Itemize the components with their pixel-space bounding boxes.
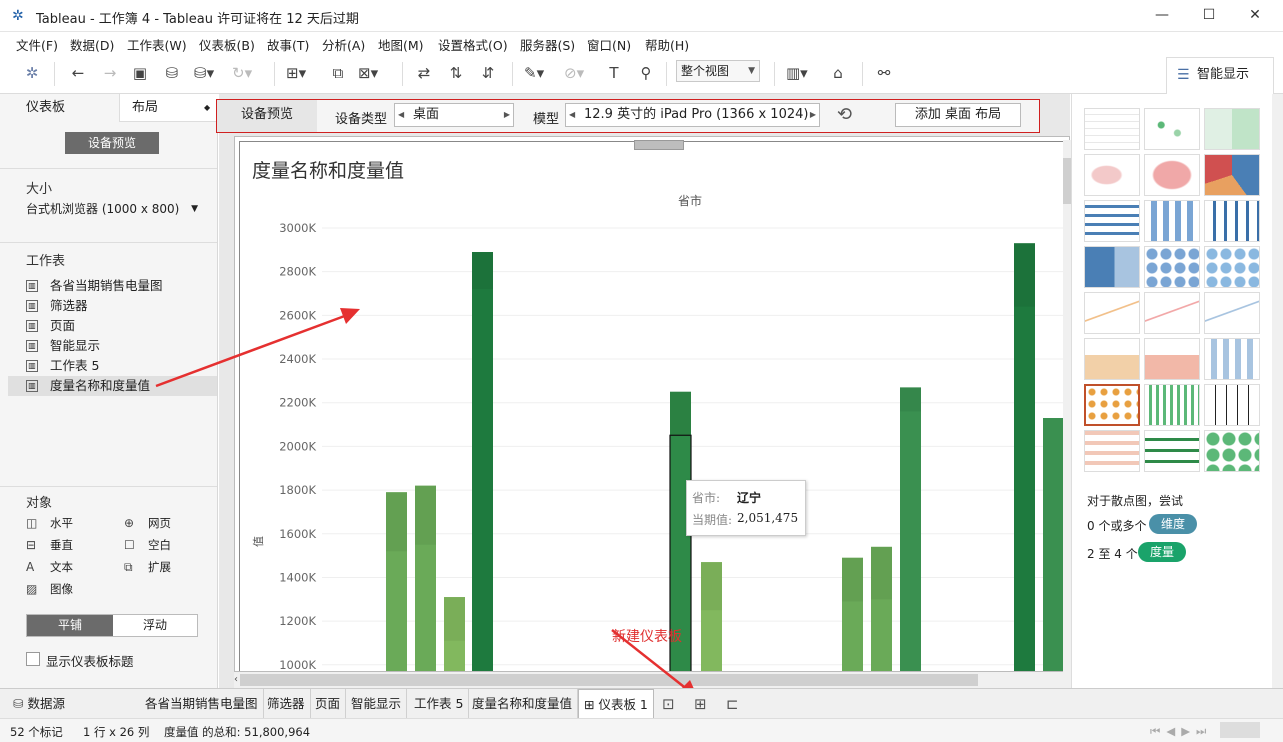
- chart-type-thumbnail[interactable]: [1204, 246, 1260, 288]
- dimension-pill: 维度: [1149, 514, 1198, 534]
- datasource-tab-label: 数据源: [27, 696, 65, 711]
- chart-type-thumbnail[interactable]: [1204, 108, 1260, 150]
- chart-type-thumbnail[interactable]: [1144, 384, 1200, 426]
- datasource-tab[interactable]: ⛁ 数据源: [8, 689, 70, 719]
- marks-count: 52 个标记: [10, 725, 63, 739]
- new-story-icon[interactable]: ⊏: [726, 695, 739, 713]
- chart-type-thumbnail[interactable]: [1084, 108, 1140, 150]
- chart-type-thumbnail[interactable]: [1204, 154, 1260, 196]
- sum-value: 度量值 的总和: 51,800,964: [164, 725, 311, 739]
- chart-type-thumbnail[interactable]: [1204, 338, 1260, 380]
- chart-type-thumbnail[interactable]: [1084, 384, 1140, 426]
- chart-type-thumbnail[interactable]: [1084, 292, 1140, 334]
- page-slider[interactable]: [1220, 722, 1260, 738]
- dimension-requirement: 0 个或多个: [1087, 519, 1147, 533]
- status-bar: 52 个标记 1 行 x 26 列 度量值 的总和: 51,800,964 ⏮◀…: [0, 718, 1283, 742]
- sheet-tab[interactable]: 工作表 5: [409, 689, 470, 719]
- chart-type-thumbnail[interactable]: [1084, 200, 1140, 242]
- chart-type-thumbnail[interactable]: [1144, 154, 1200, 196]
- chart-type-thumbnail[interactable]: [1084, 338, 1140, 380]
- pager-icons[interactable]: ⏮◀▶⏭: [1150, 724, 1212, 739]
- chart-type-grid: [1084, 108, 1280, 488]
- show-me-panel: 对于散点图，尝试 0 个或多个 维度 2 至 4 个 度量: [1071, 94, 1283, 688]
- chart-type-thumbnail[interactable]: [1204, 200, 1260, 242]
- sheet-tab[interactable]: 度量名称和度量值: [467, 689, 579, 719]
- sheet-tabs-bar: ⛁ 数据源 各省当期销售电量图 筛选器 页面 智能显示 工作表 5 度量名称和度…: [0, 688, 1283, 719]
- chart-type-thumbnail[interactable]: [1084, 246, 1140, 288]
- sheet-tab[interactable]: 筛选器: [262, 689, 311, 719]
- chart-type-thumbnail[interactable]: [1204, 430, 1260, 472]
- new-dashboard-annotation: 新建仪表板: [612, 629, 682, 645]
- dashboard-icon: ⊞: [584, 697, 599, 712]
- measure-pill: 度量: [1138, 542, 1187, 562]
- chart-type-thumbnail[interactable]: [1144, 292, 1200, 334]
- dashboard-tab-active[interactable]: ⊞ 仪表板 1: [578, 689, 654, 719]
- sheet-tab[interactable]: 各省当期销售电量图: [140, 689, 264, 719]
- chart-type-thumbnail[interactable]: [1144, 200, 1200, 242]
- chart-type-thumbnail[interactable]: [1144, 338, 1200, 380]
- chart-type-thumbnail[interactable]: [1144, 246, 1200, 288]
- chart-type-thumbnail[interactable]: [1204, 292, 1260, 334]
- show-me-hint: 对于散点图，尝试: [1087, 494, 1184, 508]
- rows-cols: 1 行 x 26 列: [83, 725, 150, 739]
- dashboard-tab-label: 仪表板 1: [598, 697, 648, 712]
- chart-type-thumbnail[interactable]: [1144, 108, 1200, 150]
- chart-type-thumbnail[interactable]: [1084, 430, 1140, 472]
- annotation-arrow: [155, 312, 351, 388]
- sheet-tab[interactable]: 页面: [310, 689, 347, 719]
- annotation-arrow-head: [340, 308, 360, 324]
- chart-type-thumbnail[interactable]: [1204, 384, 1260, 426]
- new-dashboard-icon[interactable]: ⊞: [694, 695, 707, 713]
- database-icon: ⛁: [13, 696, 28, 711]
- chart-type-thumbnail[interactable]: [1084, 154, 1140, 196]
- new-worksheet-icon[interactable]: ⊡: [662, 695, 675, 713]
- vertical-scrollbar[interactable]: [1272, 94, 1283, 688]
- sheet-tab[interactable]: 智能显示: [346, 689, 408, 719]
- chart-type-thumbnail[interactable]: [1144, 430, 1200, 472]
- measure-requirement: 2 至 4 个: [1087, 547, 1138, 561]
